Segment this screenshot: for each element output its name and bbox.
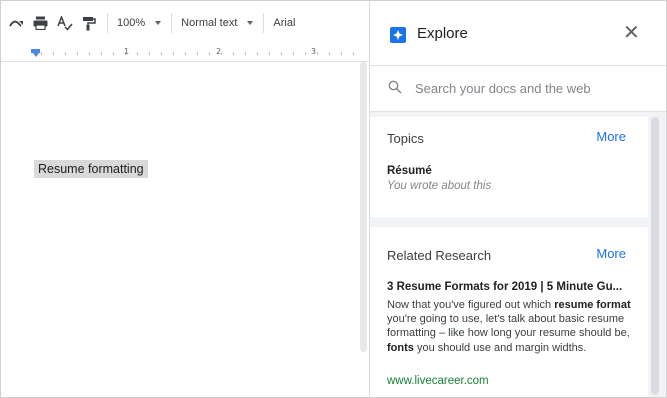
research-result-snippet: Now that you've figured out which resume… bbox=[387, 298, 637, 355]
topics-heading: Topics bbox=[387, 131, 424, 146]
topic-item-subtitle: You wrote about this bbox=[387, 180, 492, 192]
chevron-down-icon bbox=[247, 21, 254, 25]
indent-marker-triangle[interactable] bbox=[33, 53, 39, 57]
toolbar-divider bbox=[263, 13, 265, 33]
explore-panel: Explore ✕ Topics More Résumé You wrote a… bbox=[369, 1, 666, 397]
search-icon bbox=[388, 80, 402, 99]
related-research-card: Related Research More 3 Resume Formats f… bbox=[370, 227, 648, 397]
document-canvas[interactable]: Resume formatting bbox=[1, 62, 369, 397]
redo-icon[interactable] bbox=[8, 15, 25, 32]
topic-item-title[interactable]: Résumé bbox=[387, 165, 432, 177]
ruler-mark: 2 bbox=[216, 47, 222, 56]
zoom-select[interactable]: 100% bbox=[117, 17, 162, 29]
ruler-mark: 3 bbox=[311, 47, 317, 56]
print-icon[interactable] bbox=[32, 15, 49, 32]
explore-title: Explore bbox=[417, 25, 468, 42]
chevron-down-icon bbox=[155, 21, 162, 25]
search-input[interactable] bbox=[415, 78, 645, 98]
style-select[interactable]: Normal text bbox=[181, 17, 254, 29]
research-result-url[interactable]: www.livecareer.com bbox=[387, 375, 489, 387]
explore-scrollbar[interactable] bbox=[651, 117, 659, 395]
selected-text[interactable]: Resume formatting bbox=[34, 160, 148, 178]
snippet-highlight: fonts bbox=[387, 341, 414, 354]
explore-search bbox=[370, 66, 666, 112]
explore-icon bbox=[390, 27, 406, 43]
font-select[interactable]: Arial bbox=[273, 17, 295, 29]
zoom-value: 100% bbox=[117, 17, 146, 29]
explore-header: Explore ✕ bbox=[370, 1, 666, 66]
toolbar-divider bbox=[171, 13, 173, 33]
topics-card: Topics More Résumé You wrote about this bbox=[370, 117, 648, 217]
topics-more-link[interactable]: More bbox=[596, 129, 626, 144]
document-scrollbar[interactable] bbox=[360, 62, 367, 352]
snippet-text: you're going to use, let's talk about ba… bbox=[387, 313, 630, 340]
ruler: 1 2 3 bbox=[1, 45, 369, 62]
close-icon[interactable]: ✕ bbox=[623, 23, 640, 43]
toolbar: 100% Normal text Arial bbox=[1, 1, 369, 45]
research-more-link[interactable]: More bbox=[596, 246, 626, 261]
research-heading: Related Research bbox=[387, 248, 492, 263]
style-value: Normal text bbox=[181, 17, 238, 29]
research-result-title[interactable]: 3 Resume Formats for 2019 | 5 Minute Gu.… bbox=[387, 281, 632, 293]
paint-format-icon[interactable] bbox=[80, 15, 97, 32]
snippet-text: Now that you've figured out which bbox=[387, 299, 555, 311]
toolbar-divider bbox=[107, 13, 108, 33]
snippet-highlight: resume format bbox=[554, 299, 631, 311]
spellcheck-icon[interactable] bbox=[56, 15, 73, 32]
snippet-text: you should use and margin widths. bbox=[413, 341, 587, 354]
ruler-mark: 1 bbox=[124, 47, 130, 56]
app-window: 100% Normal text Arial 1 2 3 Resume form… bbox=[0, 0, 667, 398]
